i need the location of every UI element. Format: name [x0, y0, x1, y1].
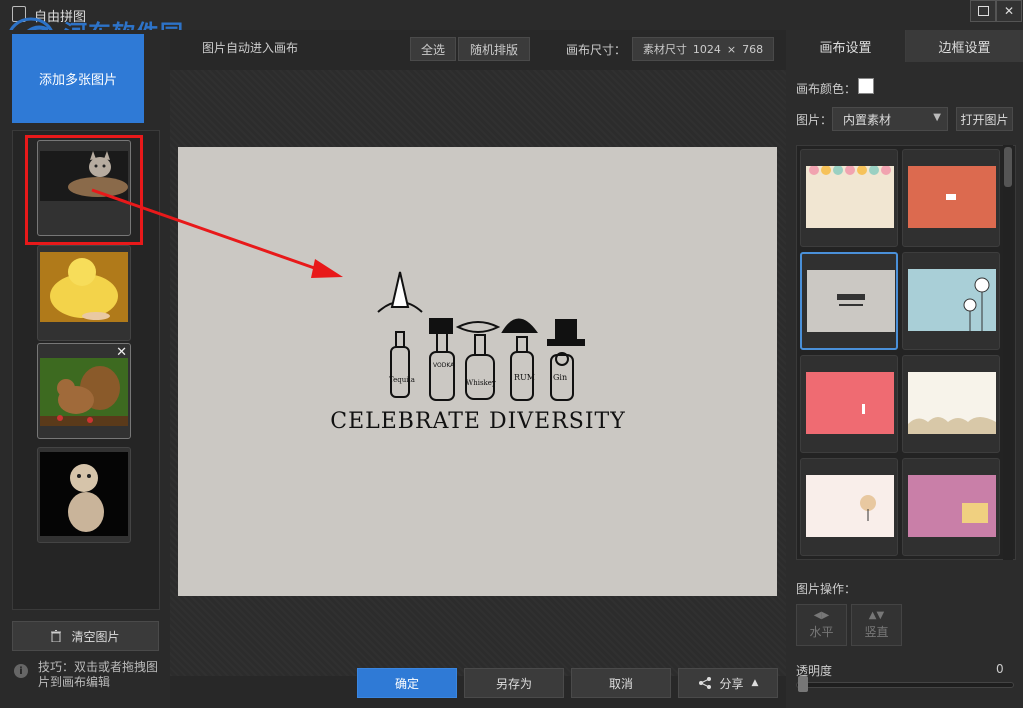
- clear-images-button[interactable]: 清空图片: [12, 621, 159, 651]
- opacity-slider-thumb[interactable]: [798, 676, 808, 692]
- material-thumbnail: [908, 475, 996, 537]
- image-label: 图片：: [796, 113, 833, 127]
- material-thumbnail: [908, 269, 996, 331]
- thumbnail-cheetah[interactable]: [37, 447, 131, 543]
- maximize-button[interactable]: [970, 0, 996, 22]
- canvas-caption: CELEBRATE DIVERSITY: [330, 409, 626, 434]
- highlight-rectangle: [25, 135, 143, 245]
- flip-vertical-button[interactable]: ▲▼ 竖直: [851, 604, 902, 646]
- material-red[interactable]: [800, 355, 898, 453]
- duckling-image: [40, 252, 128, 322]
- confirm-button[interactable]: 确定: [357, 668, 457, 698]
- cancel-button[interactable]: 取消: [571, 668, 671, 698]
- canvas-area: Tequila VODKA Whiskey RUM Gin CELEBRATE …: [170, 70, 786, 676]
- flip-vertical-icon: ▲▼: [868, 610, 885, 621]
- material-thumbnail: [908, 166, 996, 228]
- clear-images-label: 清空图片: [71, 629, 120, 644]
- canvas-artwork: [377, 271, 585, 401]
- material-thumbnail: [806, 475, 894, 537]
- material-orange[interactable]: [902, 149, 1000, 247]
- info-icon: i: [14, 664, 28, 678]
- tab-border-settings[interactable]: 边框设置: [906, 30, 1023, 62]
- right-panel: 画布设置 边框设置 画布颜色： 图片： 内置素材 ▼ 打开图片 图片操作： ◀▶…: [786, 30, 1023, 708]
- canvas-times: ×: [726, 42, 737, 56]
- main-area: 图片自动进入画布 全选 随机排版 画布尺寸： 素材尺寸 1024 × 768 T…: [170, 30, 786, 708]
- share-button[interactable]: 分享 ▲: [678, 668, 778, 698]
- select-all-button[interactable]: 全选: [410, 37, 456, 61]
- squirrel-image: [40, 358, 128, 426]
- settings-tabs: 画布设置 边框设置: [786, 30, 1023, 62]
- material-celebrate-diversity[interactable]: [800, 252, 898, 350]
- random-layout-button[interactable]: 随机排版: [458, 37, 530, 61]
- flip-vertical-label: 竖直: [864, 625, 889, 639]
- gallery-scrollbar[interactable]: [1003, 145, 1013, 560]
- canvas-height: 768: [742, 42, 764, 56]
- chevron-up-icon: ▲: [751, 678, 759, 688]
- title-bar: 自由拼图 ✕: [0, 0, 1023, 30]
- save-as-button[interactable]: 另存为: [464, 668, 564, 698]
- material-thumbnail: [806, 372, 894, 434]
- material-tree-pink[interactable]: [800, 458, 898, 556]
- auto-enter-hint: 图片自动进入画布: [202, 41, 299, 55]
- bottle-label-vodka: VODKA: [433, 362, 455, 369]
- material-pink-gift[interactable]: [902, 458, 1000, 556]
- canvas-color-label: 画布颜色：: [796, 82, 857, 96]
- chevron-down-icon: ▼: [933, 112, 941, 123]
- close-button[interactable]: ✕: [996, 0, 1022, 22]
- canvas-width: 1024: [692, 42, 721, 56]
- material-thumbnail: [806, 166, 894, 228]
- material-dots-pastel[interactable]: [800, 149, 898, 247]
- close-icon: ✕: [1003, 4, 1015, 18]
- cheetah-cub-image: [40, 452, 128, 536]
- material-dandelion-blue[interactable]: [902, 252, 1000, 350]
- share-icon: [698, 677, 711, 689]
- flip-horizontal-button[interactable]: ◀▶ 水平: [796, 604, 847, 646]
- window-title: 自由拼图: [34, 10, 87, 25]
- trash-icon: [51, 630, 62, 642]
- thumbnail-squirrel[interactable]: ✕: [37, 343, 131, 439]
- maximize-icon: [977, 6, 989, 16]
- flip-horizontal-icon: ◀▶: [813, 610, 830, 621]
- image-source-value: 内置素材: [843, 112, 892, 127]
- thumbnail-duckling[interactable]: [37, 245, 131, 341]
- material-cream-scene[interactable]: [902, 355, 1000, 453]
- app-icon: [12, 6, 26, 22]
- image-ops-label: 图片操作：: [796, 582, 857, 596]
- bottle-label-tequila: Tequila: [389, 376, 415, 384]
- opacity-value: 0: [996, 662, 1004, 676]
- add-images-button[interactable]: 添加多张图片: [12, 34, 144, 123]
- canvas-color-swatch[interactable]: [858, 78, 874, 94]
- canvas-size-mode: 素材尺寸: [642, 43, 687, 56]
- flip-horizontal-label: 水平: [809, 625, 834, 639]
- tab-canvas-settings[interactable]: 画布设置: [786, 30, 906, 62]
- canvas[interactable]: Tequila VODKA Whiskey RUM Gin CELEBRATE …: [178, 147, 777, 596]
- share-label: 分享: [719, 676, 744, 691]
- canvas-size-select[interactable]: 素材尺寸 1024 × 768: [632, 37, 774, 61]
- tip-text: 技巧：双击或者拖拽图片到画布编辑: [38, 660, 159, 689]
- material-thumbnail: [807, 270, 895, 332]
- opacity-slider[interactable]: [796, 682, 1014, 688]
- bottle-label-rum: RUM: [514, 373, 535, 382]
- material-gallery[interactable]: [796, 145, 1016, 560]
- scrollbar-thumb[interactable]: [1004, 147, 1012, 187]
- image-source-select[interactable]: 内置素材 ▼: [832, 107, 948, 131]
- bottle-label-whiskey: Whiskey: [466, 379, 496, 387]
- open-image-button[interactable]: 打开图片: [956, 107, 1013, 131]
- material-thumbnail: [908, 372, 996, 434]
- canvas-size-label: 画布尺寸：: [566, 43, 627, 57]
- bottle-label-gin: Gin: [553, 373, 568, 382]
